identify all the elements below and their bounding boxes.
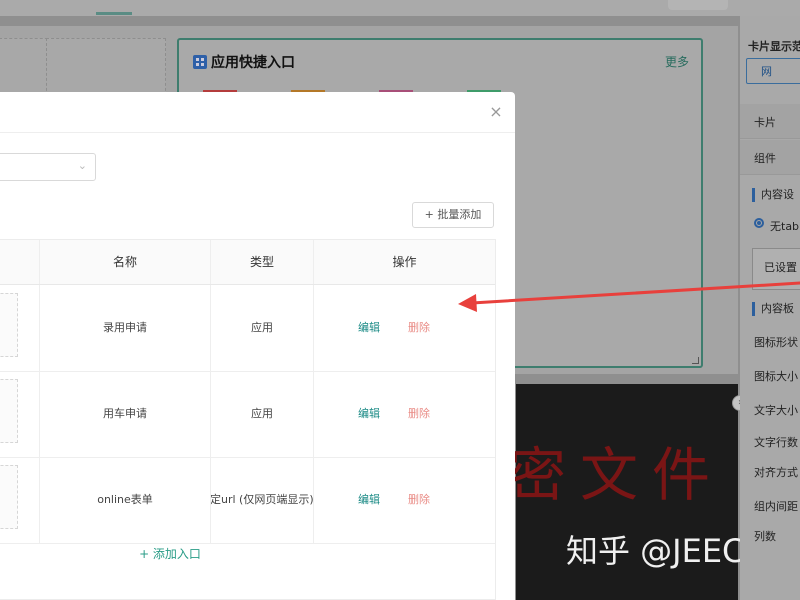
action-cell [314, 285, 495, 371]
delete-link[interactable]: 删除 [408, 285, 430, 371]
name-cell: online表单 [40, 457, 211, 543]
batch-add-button[interactable]: + 批量添加 [412, 202, 494, 228]
edit-link[interactable]: 编辑 [358, 457, 380, 543]
type-cell: 应用 [211, 285, 314, 371]
icon-upload-placeholder[interactable] [0, 465, 18, 529]
name-cell: 录用申请 [40, 285, 211, 371]
action-cell [314, 457, 495, 543]
icon-cell [0, 285, 40, 371]
column-icon [0, 240, 40, 284]
edit-link[interactable]: 编辑 [358, 371, 380, 457]
section-content-style: 内容板 [752, 302, 794, 316]
panel-title: 卡片显示范 [748, 40, 800, 53]
collapse-row-card[interactable]: 卡片 [740, 104, 800, 139]
active-tab-indicator [96, 12, 132, 15]
entry-table: 名称 类型 操作 录用申请 应用 编辑 删除 用车申请 应用 编辑 删除 onl… [0, 240, 495, 600]
row-label: 卡片 [754, 116, 776, 129]
resize-handle-icon[interactable] [692, 357, 699, 364]
type-cell: 应用 [211, 371, 314, 457]
column-name: 名称 [40, 240, 211, 284]
label-group-spacing: 组内间距 [754, 500, 798, 513]
panel-toggle-button[interactable]: 网 [746, 58, 800, 84]
section-content: 内容设 [752, 188, 794, 202]
radio-no-tab[interactable] [754, 218, 764, 228]
top-bar-button[interactable] [668, 0, 728, 10]
label-icon-size: 图标大小 [754, 370, 798, 383]
close-icon[interactable]: × [486, 102, 506, 122]
action-cell [314, 371, 495, 457]
table-row: 用车申请 应用 编辑 删除 [0, 371, 495, 458]
table-header: 名称 类型 操作 [0, 240, 495, 285]
label-columns: 列数 [754, 530, 776, 543]
table-row: 录用申请 应用 编辑 删除 [0, 285, 495, 372]
watermark-text: 密文件 [508, 441, 725, 509]
label-alignment: 对齐方式 [754, 466, 798, 479]
chevron-down-icon: ⌄ [77, 159, 87, 172]
card-more-link[interactable]: 更多 [665, 53, 689, 70]
icon-cell [0, 457, 40, 543]
properties-panel: 卡片显示范 网 卡片 组件 内容设 无tab 已设置 内容板 图标形状 图标大小… [740, 16, 800, 600]
radio-label: 无tab [770, 220, 800, 233]
add-entry-link[interactable]: + 添加入口 [0, 545, 350, 562]
entry-settings-modal: × ⌄ + 批量添加 名称 类型 操作 录用申请 应用 编辑 删除 用车申请 应… [0, 92, 515, 600]
column-type: 类型 [211, 240, 314, 284]
label-icon-shape: 图标形状 [754, 336, 798, 349]
card-title: 应用快捷入口 [193, 52, 295, 72]
app-grid-icon [193, 55, 207, 69]
column-action: 操作 [392, 255, 417, 269]
edit-link[interactable]: 编辑 [358, 285, 380, 371]
delete-link[interactable]: 删除 [408, 457, 430, 543]
icon-upload-placeholder[interactable] [0, 379, 18, 443]
label-text-lines: 文字行数 [754, 436, 798, 449]
label-text-size: 文字大小 [754, 404, 798, 417]
settings-box-text: 已设置 [764, 261, 797, 274]
header-divider [0, 132, 515, 133]
type-cell: 指定url (仅网页端显示) [211, 457, 314, 543]
delete-link[interactable]: 删除 [408, 371, 430, 457]
name-cell: 用车申请 [40, 371, 211, 457]
collapse-row-component[interactable]: 组件 [740, 140, 800, 175]
table-row: online表单 指定url (仅网页端显示) 编辑 删除 [0, 457, 495, 544]
icon-cell [0, 371, 40, 457]
card-title-text: 应用快捷入口 [211, 55, 295, 71]
icon-upload-placeholder[interactable] [0, 293, 18, 357]
type-select[interactable]: ⌄ [0, 153, 96, 181]
row-label: 组件 [754, 152, 776, 165]
